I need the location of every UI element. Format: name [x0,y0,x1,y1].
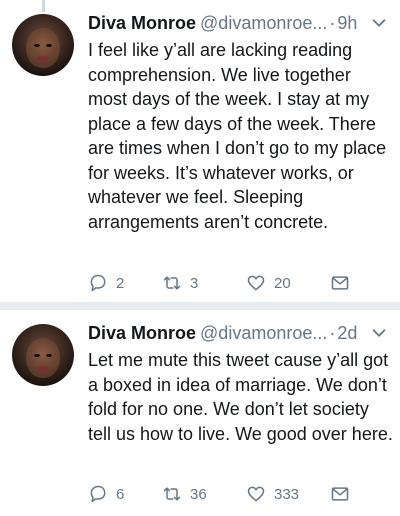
message-button[interactable] [330,271,358,295]
chevron-down-icon[interactable] [370,14,388,32]
like-count: 333 [274,485,300,503]
retweet-count: 36 [190,485,207,503]
reply-count: 6 [116,485,125,503]
like-count: 20 [274,274,291,292]
message-button[interactable] [330,482,358,506]
like-button[interactable]: 20 [246,271,291,295]
separator-dot: · [329,323,336,343]
reply-count: 2 [116,274,125,292]
user-handle[interactable]: @divamonroe... [200,323,327,343]
avatar-lips [36,56,50,61]
tweet-actions: 6 36 333 [88,482,388,506]
tweet-card[interactable]: Diva Monroe @divamonroe... · 9h I feel like… [0,0,400,302]
avatar[interactable] [12,324,74,386]
tweet-header: Diva Monroe @divamonroe... · 2d [88,322,386,344]
reply-button[interactable]: 6 [88,482,124,506]
timestamp[interactable]: 2d [337,323,357,343]
avatar-eye [34,44,40,47]
avatar-face [26,338,60,378]
tweet-text: I feel like y’all are lacking reading co… [88,40,387,232]
tweet-card[interactable]: Diva Monroe @divamonroe... · 2d Let me mute… [0,310,400,516]
timestamp[interactable]: 9h [337,13,357,33]
avatar-face [26,28,60,68]
avatar-eye [46,44,52,47]
reply-button[interactable]: 2 [88,271,124,295]
avatar-lips [36,366,50,371]
retweet-button[interactable]: 3 [162,271,198,295]
avatar-eye [46,354,52,357]
heart-icon [247,486,265,502]
retweet-icon [163,276,181,290]
heart-icon [247,275,265,291]
retweet-button[interactable]: 36 [162,482,207,506]
display-name[interactable]: Diva Monroe [88,13,196,33]
retweet-count: 3 [190,274,199,292]
envelope-icon [331,487,349,501]
like-button[interactable]: 333 [246,482,299,506]
tweet-text: Let me mute this tweet cause y’all got a… [88,350,393,444]
tweet-divider [0,302,400,310]
reply-icon [90,485,106,503]
tweet-header: Diva Monroe @divamonroe... · 9h [88,12,386,34]
avatar-eye [34,354,40,357]
chevron-down-icon[interactable] [370,324,388,342]
tweet-actions: 2 3 20 [88,271,388,295]
display-name[interactable]: Diva Monroe [88,323,196,343]
avatar[interactable] [12,14,74,76]
user-handle[interactable]: @divamonroe... [200,13,327,33]
separator-dot: · [329,13,336,33]
retweet-icon [163,487,181,501]
envelope-icon [331,276,349,290]
thread-connector-line [42,0,45,12]
reply-icon [90,274,106,292]
